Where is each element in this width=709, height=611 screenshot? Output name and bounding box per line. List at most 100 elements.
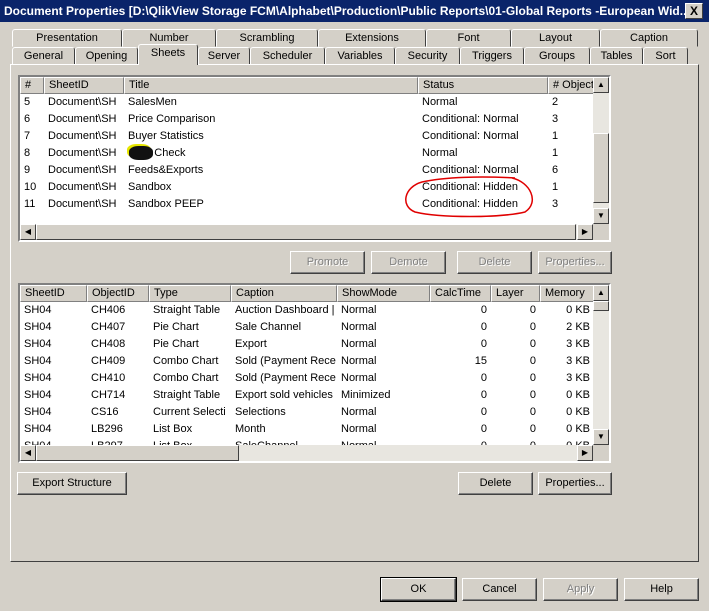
tab-layout[interactable]: Layout xyxy=(511,29,600,47)
ok-button[interactable]: OK xyxy=(380,577,457,602)
cell: Document\SH xyxy=(48,164,117,176)
cell: 1 xyxy=(552,130,559,142)
export-structure-button[interactable]: Export Structure xyxy=(17,472,127,495)
table-row[interactable]: SH04 CH714 Straight Table Export sold vehic… xyxy=(20,387,594,404)
tab-general[interactable]: General xyxy=(12,47,75,65)
horizontal-scrollbar[interactable]: ◀ ▶ xyxy=(20,445,593,461)
column-header[interactable]: Title xyxy=(124,77,418,94)
tab-font[interactable]: Font xyxy=(426,29,511,47)
column-header[interactable]: Layer xyxy=(491,285,540,302)
table-row[interactable]: SH04 LB296 List Box Month Normal 0 0 0 KB xyxy=(20,421,594,438)
horizontal-scrollbar[interactable]: ◀ ▶ xyxy=(20,224,593,240)
object-properties-button[interactable]: Properties... xyxy=(538,472,612,495)
scroll-up-arrow[interactable]: ▲ xyxy=(593,77,609,93)
cell: Combo Chart xyxy=(153,372,219,384)
column-header[interactable]: # xyxy=(20,77,44,94)
column-header[interactable]: ShowMode xyxy=(337,285,430,302)
tab-sort[interactable]: Sort xyxy=(643,47,688,65)
horizontal-scroll-thumb[interactable] xyxy=(36,224,576,240)
cell: Sold (Payment Rece xyxy=(235,372,336,384)
column-header[interactable]: Type xyxy=(149,285,231,302)
table-row[interactable]: SH04 CH409 Combo Chart Sold (Payment Rece No… xyxy=(20,353,594,370)
tab-security[interactable]: Security xyxy=(395,47,460,65)
cell: 0 KB xyxy=(566,389,590,401)
cancel-button[interactable]: Cancel xyxy=(462,578,537,601)
cell: 5 xyxy=(24,96,31,108)
cell: Normal xyxy=(422,147,458,159)
cell: Document\SH xyxy=(48,198,117,210)
table-row[interactable]: SH04 CH408 Pie Chart Export Normal 0 0 3 KB xyxy=(20,336,594,353)
tab-scheduler[interactable]: Scheduler xyxy=(250,47,325,65)
table-row[interactable]: SH04 CS16 Current Selecti Selections Normal 0… xyxy=(20,404,594,421)
cell: 0 xyxy=(480,304,487,316)
cell: Document\SH xyxy=(48,181,117,193)
tab-groups[interactable]: Groups xyxy=(524,47,590,65)
scroll-thumb[interactable] xyxy=(593,133,609,203)
help-button[interactable]: Help xyxy=(624,578,699,601)
cell: Month xyxy=(235,423,266,435)
sheet-properties-button[interactable]: Properties... xyxy=(538,251,612,274)
cell: Document\SH xyxy=(48,96,117,108)
scroll-up-arrow[interactable]: ▲ xyxy=(593,285,609,301)
table-row[interactable]: 6 Document\SH Price Comparison Conditional:… xyxy=(20,111,597,128)
table-row[interactable]: 8 Document\SH Data Check Normal 1 xyxy=(20,145,597,162)
cell: 9 xyxy=(24,164,31,176)
table-row[interactable]: 5 Document\SH SalesMen Normal 2 xyxy=(20,94,597,111)
delete-object-button[interactable]: Delete xyxy=(458,472,533,495)
cell: Normal xyxy=(341,406,377,418)
tab-caption[interactable]: Caption xyxy=(600,29,698,47)
tab-tables[interactable]: Tables xyxy=(590,47,643,65)
cell: 0 xyxy=(529,372,536,384)
scroll-down-arrow[interactable]: ▼ xyxy=(593,208,609,224)
cell: Normal xyxy=(341,321,377,333)
cell: Sandbox xyxy=(128,181,172,193)
table-row[interactable]: SH04 CH410 Combo Chart Sold (Payment Rece No… xyxy=(20,370,594,387)
column-header[interactable]: Caption xyxy=(231,285,337,302)
scroll-thumb[interactable] xyxy=(593,301,609,311)
close-button[interactable]: X xyxy=(685,3,703,19)
cell: 0 xyxy=(480,423,487,435)
apply-button[interactable]: Apply xyxy=(543,578,618,601)
column-header[interactable]: Memory xyxy=(540,285,594,302)
column-header[interactable]: CalcTime xyxy=(430,285,491,302)
tab-variables[interactable]: Variables xyxy=(325,47,395,65)
tab-extensions[interactable]: Extensions xyxy=(318,29,426,47)
cell: Straight Table xyxy=(153,304,221,316)
tab-sheets[interactable]: Sheets xyxy=(138,44,198,65)
scroll-right-arrow[interactable]: ▶ xyxy=(577,224,593,240)
promote-button[interactable]: Promote xyxy=(290,251,365,274)
column-header[interactable]: Status xyxy=(418,77,548,94)
table-row[interactable]: SH04 CH407 Pie Chart Sale Channel Normal 0 0 2 … xyxy=(20,319,594,336)
scroll-left-arrow[interactable]: ◀ xyxy=(20,224,36,240)
cell: SH04 xyxy=(24,423,52,435)
objects-list[interactable]: SheetID ObjectID Type Caption ShowMode CalcTi… xyxy=(18,283,611,463)
table-row[interactable]: 7 Document\SH Buyer Statistics Conditional:… xyxy=(20,128,597,145)
tab-scrambling[interactable]: Scrambling xyxy=(216,29,318,47)
tab-server[interactable]: Server xyxy=(198,47,250,65)
vertical-scrollbar[interactable]: ▲ ▼ xyxy=(593,77,609,224)
delete-sheet-button[interactable]: Delete xyxy=(457,251,532,274)
cell: 0 xyxy=(529,321,536,333)
horizontal-scroll-thumb[interactable] xyxy=(36,445,239,461)
cell: Normal xyxy=(341,355,377,367)
cell: 0 KB xyxy=(566,304,590,316)
demote-button[interactable]: Demote xyxy=(371,251,446,274)
column-header[interactable]: ObjectID xyxy=(87,285,149,302)
column-header[interactable]: SheetID xyxy=(20,285,87,302)
cell: 1 xyxy=(552,181,559,193)
cell: 3 KB xyxy=(566,338,590,350)
cell: 3 KB xyxy=(566,372,590,384)
column-header[interactable]: SheetID xyxy=(44,77,124,94)
tab-triggers[interactable]: Triggers xyxy=(460,47,524,65)
table-row[interactable]: SH04 CH406 Straight Table Auction Dashboard… xyxy=(20,302,594,319)
column-header[interactable]: # Objects xyxy=(548,77,597,94)
cell: Sale Channel xyxy=(235,321,302,333)
scroll-right-arrow[interactable]: ▶ xyxy=(577,445,593,461)
tab-presentation[interactable]: Presentation xyxy=(12,29,122,47)
cell: 0 xyxy=(480,338,487,350)
tab-opening[interactable]: Opening xyxy=(75,47,138,65)
scroll-left-arrow[interactable]: ◀ xyxy=(20,445,36,461)
cell: Selections xyxy=(235,406,286,418)
scroll-down-arrow[interactable]: ▼ xyxy=(593,429,609,445)
vertical-scrollbar[interactable]: ▲ ▼ xyxy=(593,285,609,445)
